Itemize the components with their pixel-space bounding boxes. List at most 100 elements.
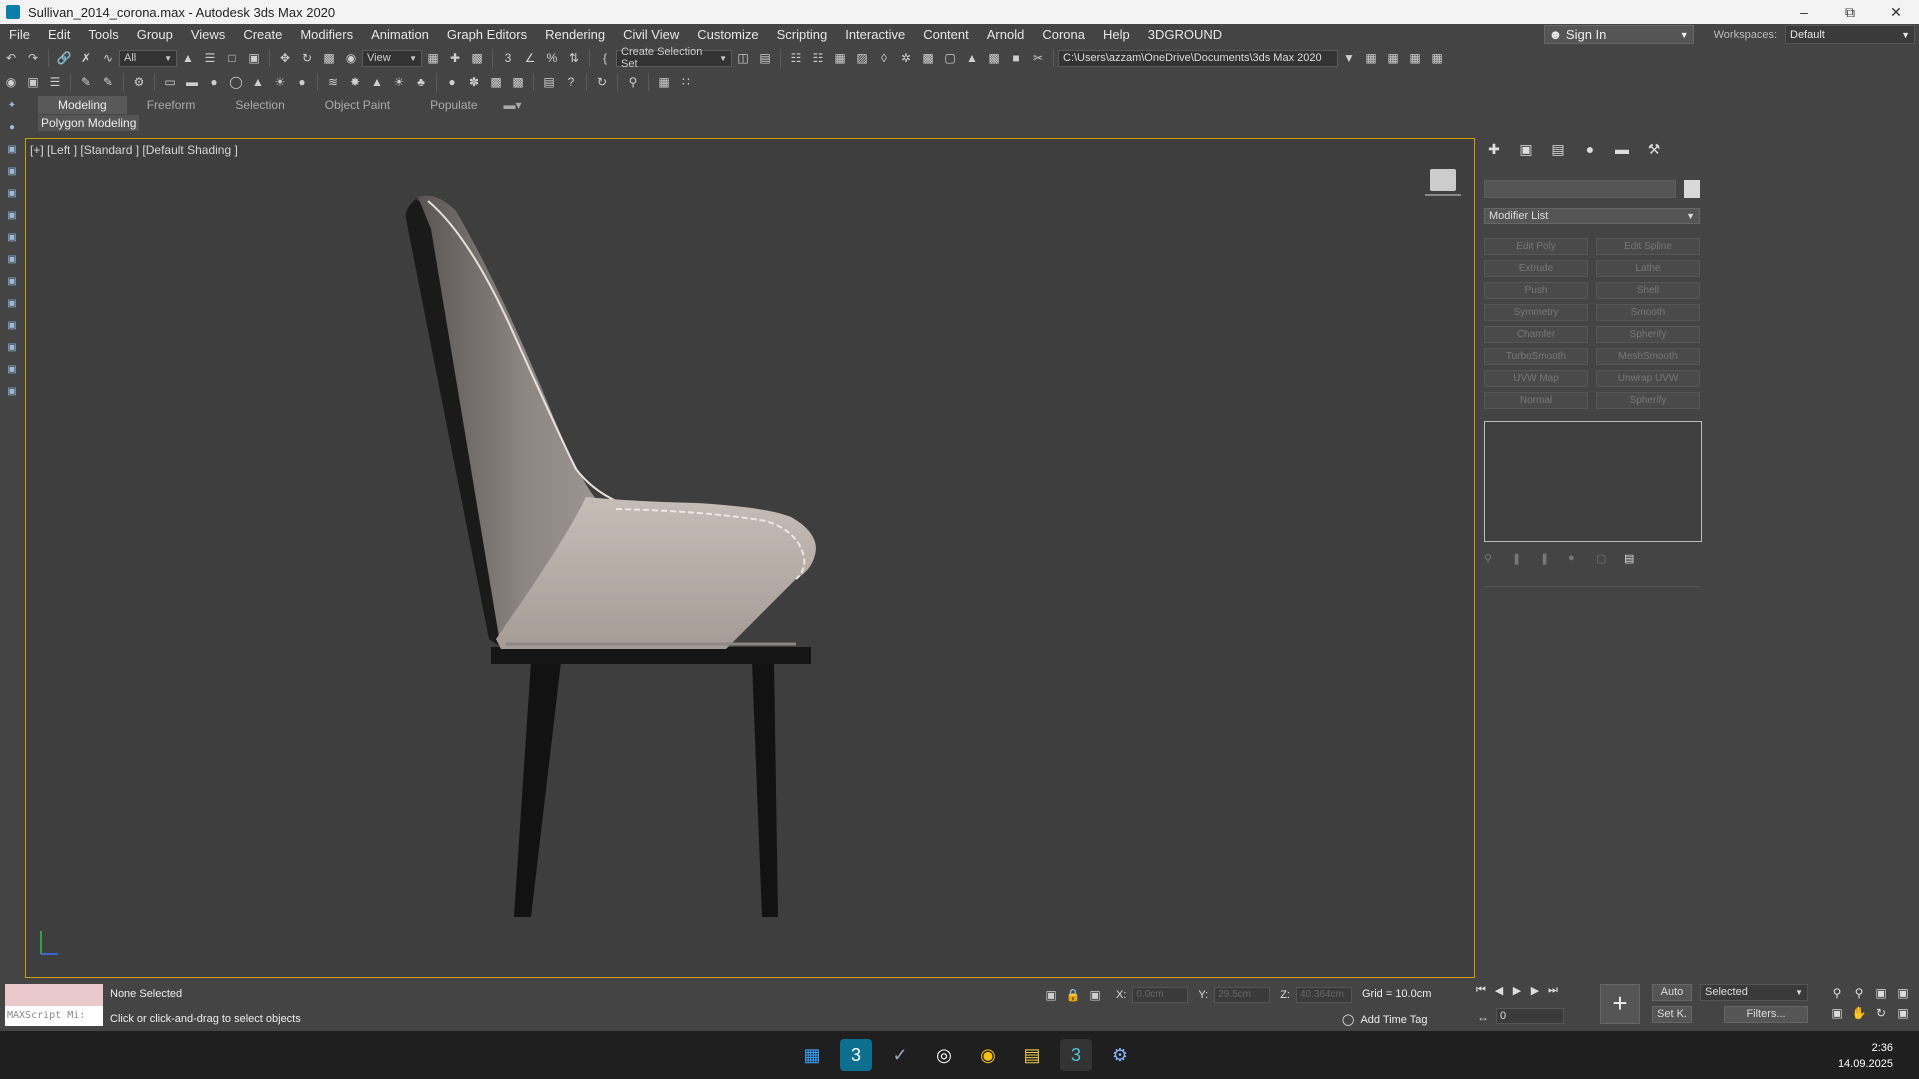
layout-icon[interactable]: ▣ bbox=[5, 144, 19, 158]
set-key-plus-button[interactable]: + bbox=[1600, 984, 1640, 1024]
modify-panel-icon[interactable]: ▣ bbox=[1514, 141, 1538, 161]
zoom-icon[interactable]: ⚲ bbox=[1826, 986, 1848, 1000]
z-coordinate-field[interactable]: 40.364cm bbox=[1295, 987, 1352, 1003]
layout-icon[interactable]: ▣ bbox=[5, 254, 19, 268]
scale-icon[interactable]: ▩ bbox=[320, 49, 338, 67]
color-palette-icon[interactable]: ✽ bbox=[465, 73, 483, 91]
corona-interactive-icon[interactable]: ✂ bbox=[1029, 49, 1047, 67]
viewport-left[interactable]: [+] [Left ] [Standard ] [Default Shading… bbox=[25, 138, 1475, 978]
add-time-tag[interactable]: ◯ Add Time Tag bbox=[1342, 1013, 1428, 1026]
make-unique-icon[interactable]: ❚ bbox=[1540, 552, 1556, 568]
key-filters-button[interactable]: Filters... bbox=[1724, 1006, 1808, 1023]
modifier-stack[interactable] bbox=[1484, 421, 1702, 542]
3dsmax-active-taskbar-icon[interactable]: 3 bbox=[1060, 1039, 1092, 1071]
file-explorer-icon[interactable]: ▤ bbox=[1016, 1039, 1048, 1071]
delete-icon[interactable]: ▢ bbox=[1596, 552, 1612, 568]
pin-stack-icon[interactable]: ⚲ bbox=[1484, 552, 1500, 568]
angle-snap-icon[interactable]: ∠ bbox=[521, 49, 539, 67]
window-crossing-icon[interactable]: ▣ bbox=[245, 49, 263, 67]
schematic-view-icon[interactable]: ◊ bbox=[875, 49, 893, 67]
set-key-button[interactable]: Set K. bbox=[1652, 1006, 1692, 1023]
remove-modifier-icon[interactable]: ● bbox=[1568, 552, 1584, 568]
orbit-icon[interactable]: ↻ bbox=[1870, 1006, 1892, 1020]
tree-icon[interactable]: ♣ bbox=[412, 73, 430, 91]
tab-freeform[interactable]: Freeform bbox=[127, 96, 216, 114]
box-icon[interactable]: ▭ bbox=[161, 73, 179, 91]
corona-icon[interactable]: ■ bbox=[1007, 49, 1025, 67]
create-panel-icon[interactable]: ✚ bbox=[1482, 141, 1506, 161]
create-tab-icon[interactable]: ✦ bbox=[5, 100, 19, 114]
configure-modifier-sets-icon[interactable]: ▤ bbox=[1624, 552, 1640, 568]
snaps-toggle-icon[interactable]: 3 bbox=[499, 49, 517, 67]
layout-icon[interactable]: ▣ bbox=[5, 364, 19, 378]
cone-icon[interactable]: ▲ bbox=[249, 73, 267, 91]
menu-animation[interactable]: Animation bbox=[362, 27, 438, 42]
layout-icon[interactable]: ▣ bbox=[5, 276, 19, 290]
layout-icon[interactable]: ▣ bbox=[5, 298, 19, 312]
field-of-view-icon[interactable]: ▣ bbox=[1826, 1006, 1848, 1020]
sphere-icon[interactable]: ● bbox=[205, 73, 223, 91]
close-button[interactable]: ✕ bbox=[1873, 4, 1919, 21]
zoom-extents-all-icon[interactable]: ▣ bbox=[1892, 986, 1914, 1000]
tab-modeling[interactable]: Modeling bbox=[38, 96, 127, 114]
utilities-panel-icon[interactable]: ⚒ bbox=[1642, 141, 1666, 161]
menu-civil-view[interactable]: Civil View bbox=[614, 27, 688, 42]
asset-tracking-icon[interactable]: ▦ bbox=[1406, 49, 1424, 67]
modifier-meshsmooth-button[interactable]: MeshSmooth bbox=[1596, 348, 1700, 365]
link-icon[interactable]: 🔗 bbox=[55, 49, 73, 67]
grid-dots-icon[interactable]: ∷ bbox=[677, 73, 695, 91]
menu-arnold[interactable]: Arnold bbox=[978, 27, 1034, 42]
go-to-start-icon[interactable]: ⏮ bbox=[1472, 984, 1490, 997]
chair-model[interactable] bbox=[26, 139, 1476, 979]
chevron-down-icon[interactable]: ▼ bbox=[1340, 49, 1358, 67]
modifier-normal-button[interactable]: Normal bbox=[1484, 392, 1588, 409]
settings-icon[interactable]: ⚙ bbox=[1104, 1039, 1136, 1071]
modifier-shell-button[interactable]: Shell bbox=[1596, 282, 1700, 299]
refresh-icon[interactable]: ↻ bbox=[593, 73, 611, 91]
help-icon[interactable]: ? bbox=[562, 73, 580, 91]
menu-customize[interactable]: Customize bbox=[688, 27, 767, 42]
zoom-extents-icon[interactable]: ▣ bbox=[1870, 986, 1892, 1000]
maxscript-output[interactable] bbox=[5, 984, 103, 1006]
zoom-all-icon[interactable]: ⚲ bbox=[1848, 986, 1870, 1000]
camera-icon[interactable]: ▩ bbox=[509, 73, 527, 91]
dot-icon[interactable]: ● bbox=[5, 122, 19, 136]
scene-explorer-icon[interactable]: ☷ bbox=[809, 49, 827, 67]
list-icon[interactable]: ☰ bbox=[46, 73, 64, 91]
rendered-frame-window-icon[interactable]: ▢ bbox=[941, 49, 959, 67]
render-production-icon[interactable]: ▲ bbox=[963, 49, 981, 67]
pan-icon[interactable]: ✋ bbox=[1848, 1006, 1870, 1020]
selection-lock-icon[interactable]: 🔒 bbox=[1064, 986, 1082, 1004]
next-frame-icon[interactable]: ▶ bbox=[1526, 984, 1544, 997]
tab-selection[interactable]: Selection bbox=[215, 96, 304, 114]
menu-file[interactable]: File bbox=[0, 27, 39, 42]
isolate-selection-icon[interactable]: ▣ bbox=[1042, 986, 1060, 1004]
brush-icon[interactable]: ✎ bbox=[99, 73, 117, 91]
named-selection-set-dropdown[interactable]: Create Selection Set ▼ bbox=[616, 46, 732, 70]
unlink-icon[interactable]: ✗ bbox=[77, 49, 95, 67]
mirror-icon[interactable]: ◫ bbox=[734, 49, 752, 67]
modifier-symmetry-button[interactable]: Symmetry bbox=[1484, 304, 1588, 321]
light-icon[interactable]: ☀ bbox=[271, 73, 289, 91]
undo-icon[interactable]: ↶ bbox=[2, 49, 20, 67]
menu-group[interactable]: Group bbox=[128, 27, 182, 42]
scene-icon[interactable]: ◉ bbox=[2, 73, 20, 91]
show-end-result-icon[interactable]: ❚ bbox=[1512, 552, 1528, 568]
tab-object-paint[interactable]: Object Paint bbox=[305, 96, 410, 114]
app-icon[interactable]: ▣ bbox=[24, 73, 42, 91]
system-clock[interactable]: 2:36 14.09.2025 bbox=[1838, 1040, 1893, 1072]
pivot-center-icon[interactable]: ▦ bbox=[424, 49, 442, 67]
menu-tools[interactable]: Tools bbox=[79, 27, 127, 42]
render-elements-icon[interactable]: ▩ bbox=[487, 73, 505, 91]
align-icon[interactable]: ▤ bbox=[756, 49, 774, 67]
menu-3dground[interactable]: 3DGROUND bbox=[1139, 27, 1231, 42]
globe-icon[interactable]: ● bbox=[443, 73, 461, 91]
modifier-smooth-button[interactable]: Smooth bbox=[1596, 304, 1700, 321]
save-file-icon[interactable]: ▦ bbox=[1384, 49, 1402, 67]
ribbon-options-icon[interactable]: ▬▾ bbox=[498, 96, 528, 114]
hierarchy-panel-icon[interactable]: ▤ bbox=[1546, 141, 1570, 161]
pin-icon[interactable]: ⚲ bbox=[624, 73, 642, 91]
menu-interactive[interactable]: Interactive bbox=[836, 27, 914, 42]
modifier-extrude-button[interactable]: Extrude bbox=[1484, 260, 1588, 277]
modifier-turbosmooth-button[interactable]: TurboSmooth bbox=[1484, 348, 1588, 365]
